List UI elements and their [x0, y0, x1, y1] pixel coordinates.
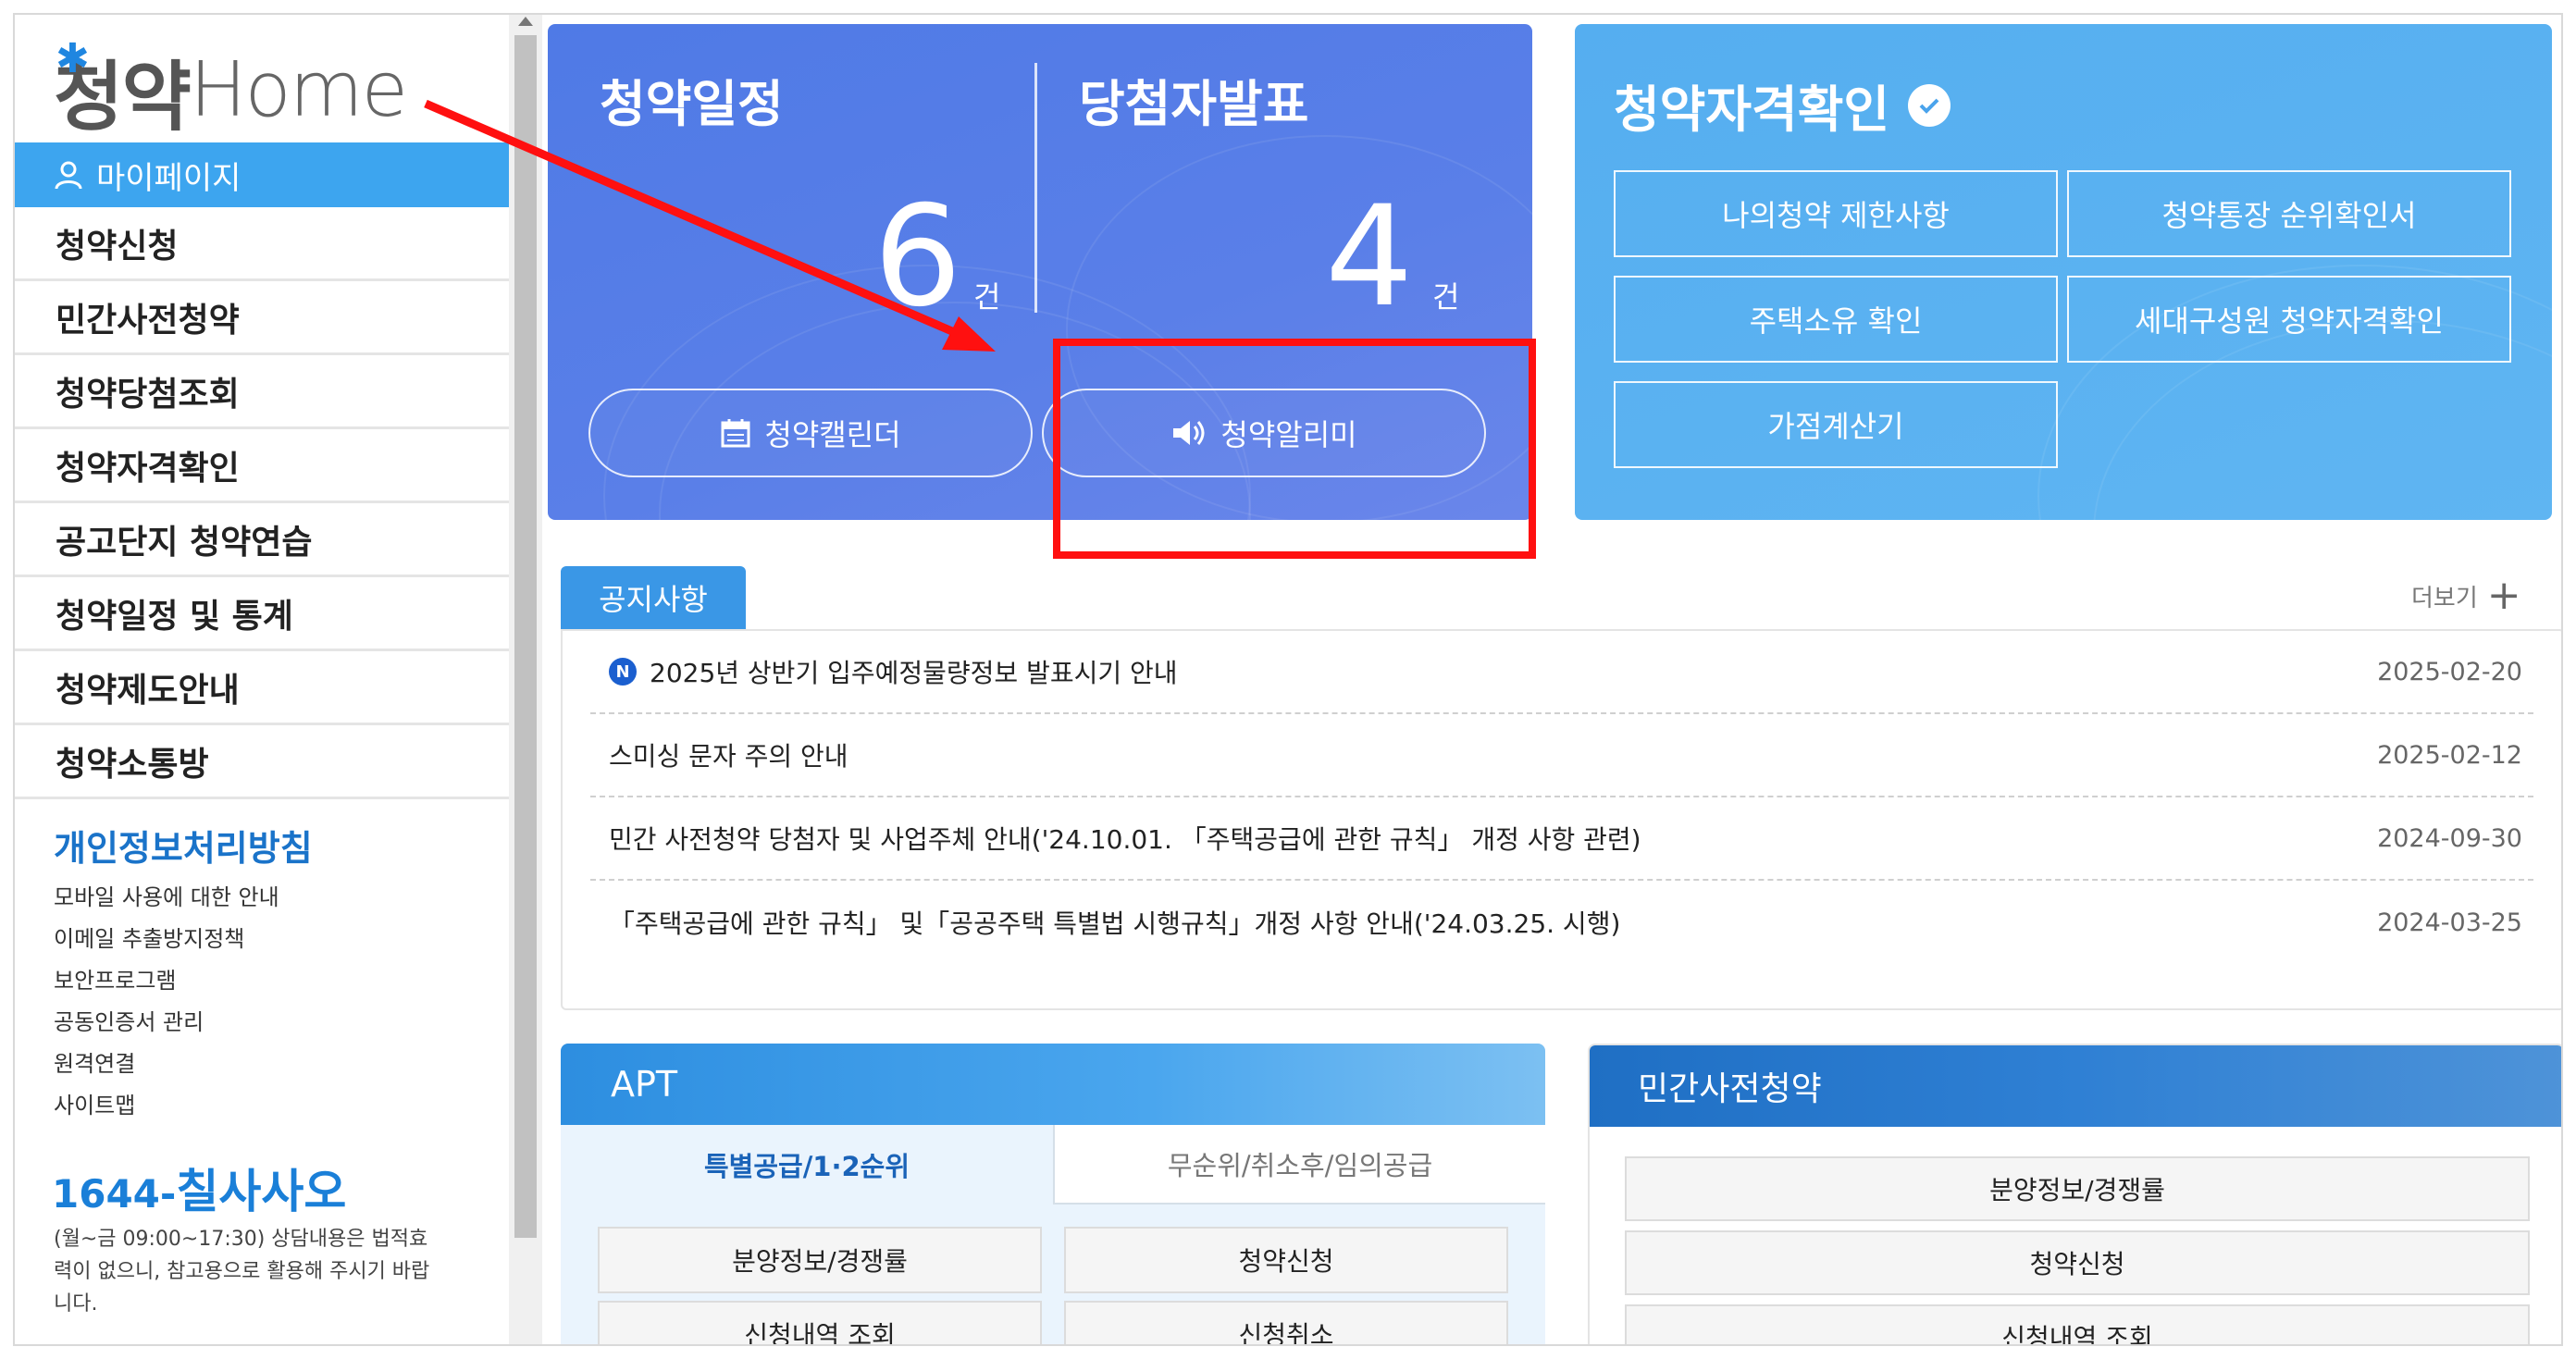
presale-apply-button[interactable]: 청약신청: [1625, 1230, 2530, 1295]
privacy-policy-link[interactable]: 개인정보처리방침: [54, 820, 313, 871]
apt-header: APT: [561, 1044, 1545, 1125]
apt-apply-button[interactable]: 청약신청: [1064, 1227, 1508, 1293]
apt-cancel-button[interactable]: 신청취소: [1064, 1301, 1508, 1344]
apt-sale-info-button[interactable]: 분양정보/경쟁률: [598, 1227, 1042, 1293]
browser-frame: ✱ 청약 Home 마이페이지 청약신청 민간사전청약 청약당첨조회 청약자격확인…: [13, 13, 2563, 1346]
qualification-card: 청약자격확인 나의청약 제한사항 청약통장 순위확인서 주택소유 확인 세대구성…: [1575, 24, 2552, 520]
notice-title[interactable]: 스미싱 문자 주의 안내: [590, 736, 2348, 773]
user-icon: [55, 161, 82, 190]
presale-sale-info-button[interactable]: 분양정보/경쟁률: [1625, 1156, 2530, 1221]
presale-panel: 민간사전청약 분양정보/경쟁률 청약신청 신청내역 조회: [1588, 1044, 2561, 1344]
sidebar-item-private-presale[interactable]: 민간사전청약: [15, 281, 509, 355]
phone-word: 칠사사오: [176, 1165, 347, 1218]
score-calculator-button[interactable]: 가점계산기: [1614, 381, 2058, 468]
link-certificate[interactable]: 공동인증서 관리: [54, 1002, 279, 1044]
sidebar: ✱ 청약 Home 마이페이지 청약신청 민간사전청약 청약당첨조회 청약자격확인…: [15, 15, 509, 1344]
scroll-up-arrow-icon[interactable]: [518, 17, 533, 26]
sidebar-item-winner-lookup[interactable]: 청약당첨조회: [15, 355, 509, 429]
tab-special-supply[interactable]: 특별공급/1·2순위: [561, 1125, 1053, 1205]
notice-title[interactable]: 「주택공급에 관한 규칙」 및「공공주택 특별법 시행규칙」개정 사항 안내('…: [590, 904, 2348, 941]
sidebar-item-qualification[interactable]: 청약자격확인: [15, 429, 509, 503]
schedule-count[interactable]: 6: [873, 183, 961, 331]
apt-panel: APT 특별공급/1·2순위 무순위/취소후/임의공급 분양정보/경쟁률 청약신…: [561, 1044, 1545, 1344]
check-circle-icon: [1908, 83, 1951, 127]
schedule-title: 청약일정: [600, 75, 784, 133]
notice-title[interactable]: 2025년 상반기 입주예정물량정보 발표시기 안내: [631, 653, 2348, 690]
star-icon: ✱: [56, 35, 90, 82]
plus-icon: +: [2486, 572, 2521, 619]
annotation-highlight-box: [1053, 339, 1536, 559]
notice-row[interactable]: 「주택공급에 관한 규칙」 및「공공주택 특별법 시행규칙」개정 사항 안내('…: [590, 881, 2533, 964]
house-ownership-button[interactable]: 주택소유 확인: [1614, 276, 2058, 363]
link-security-program[interactable]: 보안프로그램: [54, 960, 279, 1002]
qualification-title: 청약자격확인: [1614, 68, 1951, 142]
link-sitemap[interactable]: 사이트맵: [54, 1085, 279, 1127]
account-rank-button[interactable]: 청약통장 순위확인서: [2067, 170, 2511, 257]
notice-row[interactable]: 스미싱 문자 주의 안내 2025-02-12: [590, 714, 2533, 797]
sidebar-item-apply[interactable]: 청약신청: [15, 207, 509, 281]
winners-count[interactable]: 4: [1325, 183, 1413, 331]
link-email-policy[interactable]: 이메일 추출방지정책: [54, 919, 279, 960]
sidebar-item-system-guide[interactable]: 청약제도안내: [15, 651, 509, 725]
notice-title[interactable]: 민간 사전청약 당첨자 및 사업주체 안내('24.10.01. 「주택공급에 …: [590, 820, 2348, 857]
tab-unranked-supply[interactable]: 무순위/취소후/임의공급: [1053, 1125, 1545, 1205]
mypage-label: 마이페이지: [96, 159, 242, 197]
more-label: 더보기: [2411, 584, 2478, 612]
notice-list: N 2025년 상반기 입주예정물량정보 발표시기 안내 2025-02-20 …: [561, 629, 2561, 1010]
sidebar-item-mypage[interactable]: 마이페이지: [15, 142, 509, 207]
calendar-icon: [721, 419, 750, 448]
sidebar-item-schedule-stats[interactable]: 청약일정 및 통계: [15, 577, 509, 651]
household-qualification-button[interactable]: 세대구성원 청약자격확인: [2067, 276, 2511, 363]
restriction-button[interactable]: 나의청약 제한사항: [1614, 170, 2058, 257]
link-remote[interactable]: 원격연결: [54, 1044, 279, 1085]
calendar-button[interactable]: 청약캘린더: [588, 389, 1033, 477]
more-link[interactable]: 더보기 +: [2411, 572, 2521, 619]
notice-row[interactable]: 민간 사전청약 당첨자 및 사업주체 안내('24.10.01. 「주택공급에 …: [590, 797, 2533, 881]
phone-note: (월~금 09:00~17:30) 상담내용은 법적효력이 없으니, 참고용으로…: [54, 1228, 430, 1316]
sidebar-item-communication[interactable]: 청약소통방: [15, 725, 509, 799]
phone-number: 1644-칠사사오: [52, 1155, 346, 1221]
logo-en-text: Home: [189, 45, 408, 134]
phone-prefix: 1644-: [52, 1171, 177, 1217]
scrollbar[interactable]: [509, 15, 542, 1344]
notice-date: 2025-02-20: [2377, 657, 2522, 686]
site-logo[interactable]: ✱ 청약 Home: [54, 35, 408, 142]
notice-tab[interactable]: 공지사항: [561, 566, 746, 629]
winners-title: 당첨자발표: [1079, 75, 1309, 133]
sidebar-menu: 청약신청 민간사전청약 청약당첨조회 청약자격확인 공고단지 청약연습 청약일정…: [15, 207, 509, 799]
schedule-unit: 건: [973, 279, 1001, 315]
scroll-thumb[interactable]: [514, 35, 537, 1238]
notice-date: 2024-03-25: [2377, 908, 2522, 937]
qualification-title-text: 청약자격확인: [1614, 80, 1890, 139]
sidebar-item-practice[interactable]: 공고단지 청약연습: [15, 503, 509, 577]
card-divider: [1034, 63, 1037, 313]
notice-date: 2024-09-30: [2377, 823, 2522, 853]
presale-header: 민간사전청약: [1590, 1045, 2561, 1127]
sidebar-links: 모바일 사용에 대한 안내 이메일 추출방지정책 보안프로그램 공동인증서 관리…: [54, 877, 279, 1127]
notice-date: 2025-02-12: [2377, 740, 2522, 770]
notice-row[interactable]: N 2025년 상반기 입주예정물량정보 발표시기 안내 2025-02-20: [590, 631, 2533, 714]
apt-history-button[interactable]: 신청내역 조회: [598, 1301, 1042, 1344]
presale-history-button[interactable]: 신청내역 조회: [1625, 1304, 2530, 1344]
link-mobile-guide[interactable]: 모바일 사용에 대한 안내: [54, 877, 279, 919]
winners-unit: 건: [1432, 279, 1460, 315]
calendar-button-label: 청약캘린더: [764, 417, 901, 452]
